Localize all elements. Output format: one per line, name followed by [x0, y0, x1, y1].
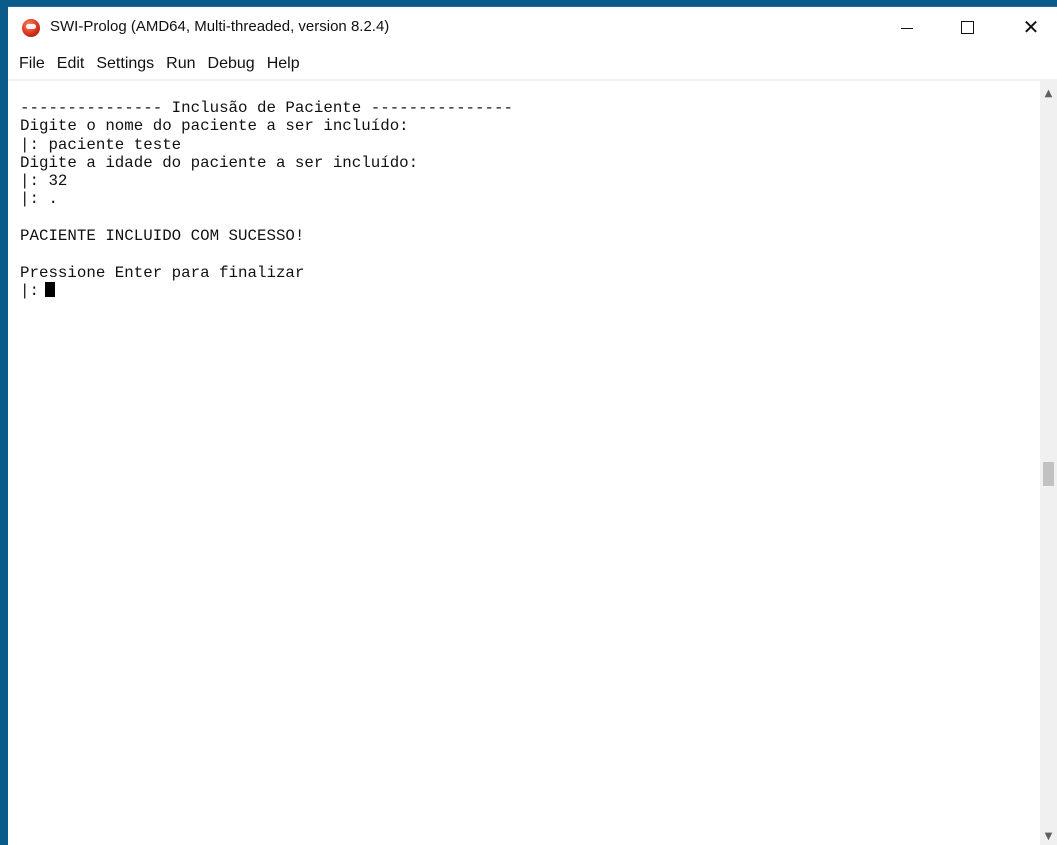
title-bar[interactable]: SWI-Prolog (AMD64, Multi-threaded, versi… [8, 7, 1057, 49]
menu-edit[interactable]: Edit [56, 54, 86, 74]
console-header-line: --------------- Inclusão de Paciente ---… [20, 99, 513, 117]
menu-debug[interactable]: Debug [207, 54, 256, 74]
console-area[interactable]: --------------- Inclusão de Paciente ---… [8, 81, 1040, 845]
console-line-age-prompt: Digite a idade do paciente a ser incluíd… [20, 153, 419, 172]
vertical-scrollbar[interactable]: ▲ ▼ [1040, 81, 1057, 845]
menu-run[interactable]: Run [165, 54, 196, 74]
console-input-line[interactable]: |: [20, 281, 1040, 300]
menu-file[interactable]: File [18, 54, 46, 74]
text-cursor [44, 281, 55, 297]
console-line-success: PACIENTE INCLUIDO COM SUCESSO! [20, 227, 305, 246]
console-line-age-input: |: 32 [20, 172, 68, 191]
scroll-down-arrow-icon[interactable]: ▼ [1040, 828, 1057, 845]
scroll-up-arrow-icon[interactable]: ▲ [1040, 85, 1057, 102]
scroll-thumb[interactable] [1043, 462, 1054, 486]
minimize-button[interactable] [884, 7, 930, 47]
menu-bar: File Edit Settings Run Debug Help [8, 51, 1057, 77]
close-icon: ✕ [1022, 15, 1040, 39]
console-prompt: |: [20, 281, 39, 300]
console-line-name-prompt: Digite o nome do paciente a ser incluído… [20, 117, 409, 136]
console-line-enter-prompt: Pressione Enter para finalizar [20, 263, 305, 282]
prolog-window: SWI-Prolog (AMD64, Multi-threaded, versi… [8, 6, 1057, 845]
maximize-button[interactable] [944, 7, 990, 47]
window-title: SWI-Prolog (AMD64, Multi-threaded, versi… [50, 18, 390, 35]
console-line-name-input: |: paciente teste [20, 135, 182, 154]
close-button[interactable]: ✕ [1008, 7, 1054, 47]
menu-settings[interactable]: Settings [95, 54, 155, 74]
menu-help[interactable]: Help [266, 54, 301, 74]
maximize-icon [960, 20, 974, 34]
minimize-icon [901, 27, 913, 29]
console-line-terminator: |: . [20, 190, 58, 209]
swi-prolog-owl-icon[interactable] [22, 19, 40, 37]
